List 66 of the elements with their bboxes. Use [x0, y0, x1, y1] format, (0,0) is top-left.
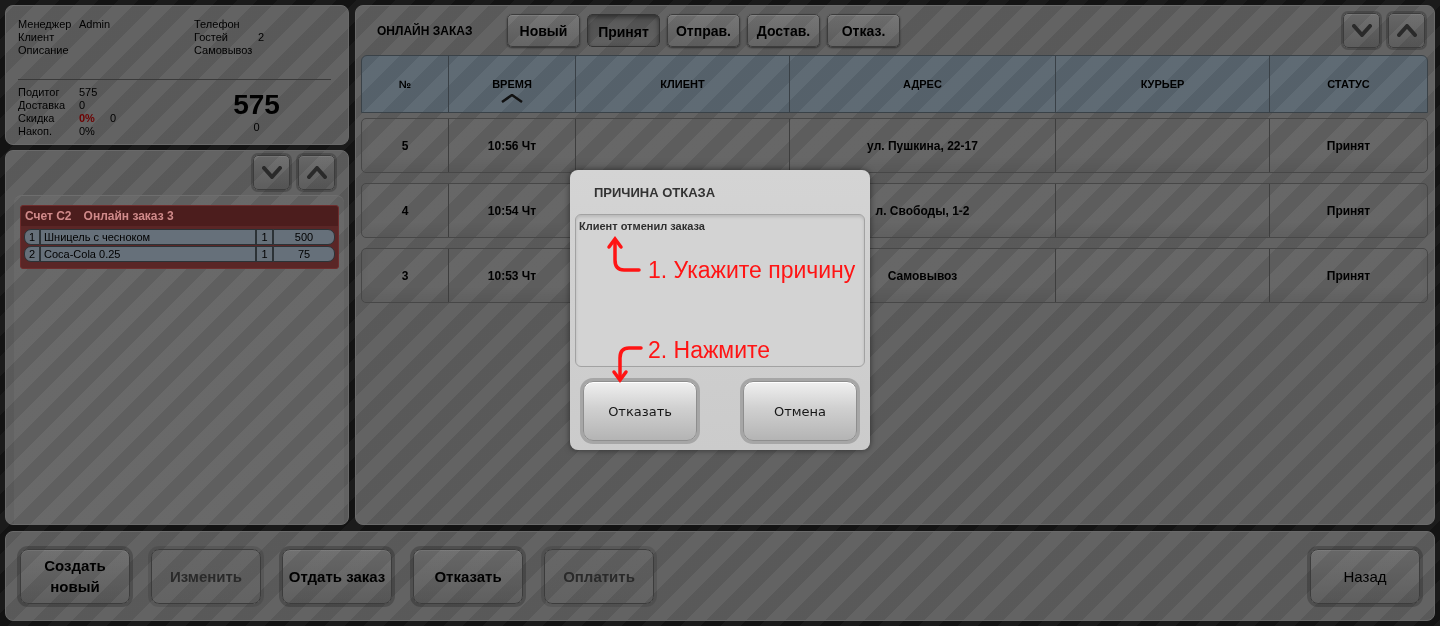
section-title: ОНЛАЙН ЗАКАЗ: [377, 23, 474, 38]
scroll-up-button[interactable]: [1388, 13, 1425, 48]
detail-label: Самовывоз: [194, 44, 254, 57]
total-label: Скидка: [18, 112, 56, 125]
total-value: 0: [79, 99, 86, 112]
column-header: ВРЕМЯ: [492, 78, 532, 90]
annotation-text: 2. Нажмите: [648, 336, 771, 364]
curved-arrow-icon: [610, 344, 642, 382]
table-cell: Принят: [1269, 184, 1427, 237]
item-name: Шницель с чесноком: [40, 229, 256, 245]
total-label: Подитог: [18, 86, 61, 99]
table-row[interactable]: 5 10:56 Чт ул. Пушкина, 22-17 Принят: [361, 118, 1428, 173]
detail-value: 2: [258, 31, 265, 44]
detail-label: Телефон: [194, 18, 241, 31]
table-cell: Принят: [1269, 119, 1427, 172]
detail-label: Клиент: [18, 31, 56, 44]
total-value: 0%: [79, 125, 95, 138]
item-price: 500: [273, 229, 335, 245]
order-title: Онлайн заказ 3: [83, 209, 174, 223]
column-header: КЛИЕНТ: [660, 78, 705, 90]
bill-title: Счет С2: [25, 209, 72, 223]
total-value: 575: [79, 86, 98, 99]
table-cell: Принят: [1269, 249, 1427, 302]
detail-label: Описание: [18, 44, 70, 57]
item-number: 1: [24, 229, 40, 245]
item-quantity: 1: [256, 229, 273, 245]
total-value: 0%: [79, 112, 95, 125]
chevron-down-icon: [1351, 24, 1372, 37]
dialog-title: ПРИЧИНА ОТКАЗА: [594, 184, 716, 200]
grand-total-note: 0: [253, 120, 260, 135]
status-tab[interactable]: Новый: [507, 14, 580, 47]
status-tab[interactable]: Принят: [587, 14, 660, 47]
chevron-up-icon: [1396, 24, 1417, 37]
table-cell: 10:56 Чт: [448, 119, 575, 172]
detail-label: Гостей: [194, 31, 229, 44]
action-button[interactable]: Отказать: [413, 548, 523, 604]
detail-label: Менеджер: [18, 18, 73, 31]
total-amount: 0: [110, 112, 117, 125]
status-tab[interactable]: Отправ.: [667, 14, 740, 47]
column-header: КУРЬЕР: [1140, 78, 1185, 90]
column-header: №: [398, 78, 412, 90]
scroll-down-button[interactable]: [253, 155, 290, 190]
grand-total: 575: [233, 90, 280, 120]
item-number: 2: [24, 246, 40, 262]
item-quantity: 1: [256, 246, 273, 262]
table-cell-text: 3: [400, 267, 410, 285]
status-tab[interactable]: Отказ.: [827, 14, 900, 47]
action-button[interactable]: Отдать заказ: [282, 548, 392, 604]
dialog-button[interactable]: Отмена: [743, 381, 857, 441]
item-price: 75: [273, 246, 335, 262]
column-header: СТАТУС: [1327, 78, 1370, 90]
total-label: Накоп.: [18, 125, 54, 138]
scroll-down-button[interactable]: [1343, 13, 1380, 48]
total-label: Доставка: [18, 99, 67, 112]
back-button[interactable]: Назад: [1310, 548, 1420, 604]
dialog-button[interactable]: Отказать: [583, 381, 697, 441]
column-header: АДРЕС: [903, 78, 942, 90]
table-cell-text: 5: [400, 137, 410, 155]
scroll-up-button[interactable]: [298, 155, 335, 190]
item-name: Coca-Cola 0.25: [40, 246, 256, 262]
status-tab[interactable]: Достав.: [747, 14, 820, 47]
detail-value: Admin: [79, 18, 111, 31]
chevron-down-icon: [261, 166, 282, 179]
chevron-up-icon: [306, 166, 327, 179]
table-cell-text: 4: [400, 202, 410, 220]
action-button[interactable]: Создать новый: [20, 548, 130, 604]
